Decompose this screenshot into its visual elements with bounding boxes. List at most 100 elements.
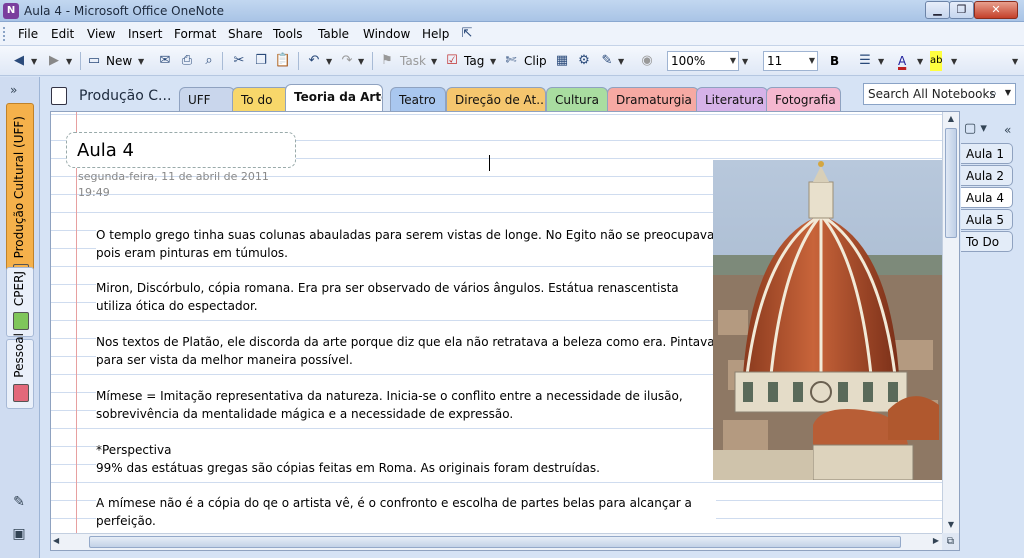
tab-direcao-de-atores[interactable]: Direção de At...	[446, 87, 546, 111]
menu-grip[interactable]	[3, 27, 6, 41]
highlight-dropdown-icon[interactable]: ▼	[951, 57, 957, 66]
tab-to-do[interactable]: To do	[232, 87, 290, 111]
table-icon[interactable]: ▦	[553, 52, 571, 70]
horizontal-scrollbar[interactable]: ◀ ▶	[51, 533, 943, 550]
close-button[interactable]: ✕	[974, 1, 1018, 19]
page-tab-aula-2[interactable]: Aula 2	[961, 165, 1013, 186]
page-tab-aula-4[interactable]: Aula 4	[961, 187, 1013, 208]
forward-dropdown-icon[interactable]: ▼	[66, 57, 72, 66]
zoom-dropdown-icon[interactable]: ▼	[730, 52, 736, 70]
new-dropdown-icon[interactable]: ▼	[138, 57, 144, 66]
highlight-button[interactable]: ab	[930, 51, 943, 71]
menu-share[interactable]: Share	[228, 27, 263, 41]
tab-uff[interactable]: UFF	[179, 87, 235, 111]
note-paragraph[interactable]: O templo grego tinha suas colunas abaula…	[96, 226, 716, 262]
pen-icon[interactable]: ✎	[598, 52, 616, 70]
menu-view[interactable]: View	[87, 27, 115, 41]
notebook-producao-cultural[interactable]: Produção Cultural (UFF)	[6, 103, 34, 289]
cut-icon[interactable]: ✂	[230, 52, 248, 70]
help-question-icon[interactable]: ⇱	[458, 25, 476, 43]
redo-dropdown-icon[interactable]: ▼	[358, 57, 364, 66]
paste-icon[interactable]: 📋	[274, 52, 292, 70]
menu-table[interactable]: Table	[318, 27, 349, 41]
page-title-box[interactable]: Aula 4	[66, 132, 296, 168]
page-title[interactable]: Aula 4	[77, 140, 134, 161]
scroll-up-icon[interactable]: ▲	[945, 114, 957, 126]
bullets-dropdown-icon[interactable]: ▼	[878, 57, 884, 66]
page-tab-aula-1[interactable]: Aula 1	[961, 143, 1013, 164]
tab-fotografia[interactable]: Fotografia	[766, 87, 841, 111]
tab-dramaturgia[interactable]: Dramaturgia	[607, 87, 699, 111]
tag-dropdown-icon[interactable]: ▼	[490, 57, 496, 66]
undo-icon[interactable]: ↶	[305, 52, 323, 70]
vertical-scrollbar[interactable]: ▲ ▼	[942, 112, 959, 534]
audio-record-icon[interactable]: ◉	[638, 52, 656, 70]
note-paragraph[interactable]: A mímese não é a cópia do qe o artista v…	[96, 494, 716, 530]
task-button[interactable]: Task	[400, 51, 426, 71]
open-notebook-icon[interactable]: ▣	[8, 523, 30, 545]
back-dropdown-icon[interactable]: ▼	[31, 57, 37, 66]
tab-teoria-da-arte[interactable]: Teoria da Arte	[285, 84, 383, 111]
menu-format[interactable]: Format	[174, 27, 216, 41]
copy-icon[interactable]: ❐	[252, 52, 270, 70]
cathedral-dome-image[interactable]	[713, 160, 943, 480]
font-color-button[interactable]: A	[898, 51, 906, 71]
attach-file-icon[interactable]: ⚙	[575, 52, 593, 70]
scroll-right-icon[interactable]: ▶	[933, 536, 939, 545]
search-scope-dropdown-icon[interactable]: ▼	[1005, 88, 1011, 97]
note-paragraph[interactable]: *Perspectiva 99% das estátuas gregas são…	[96, 441, 716, 477]
note-page-canvas[interactable]: Aula 4 segunda-feira, 11 de abril de 201…	[51, 112, 943, 534]
bullets-icon[interactable]: ☰	[856, 52, 874, 70]
task-flag-icon[interactable]: ⚑	[378, 52, 396, 70]
back-icon[interactable]: ◀	[10, 52, 28, 70]
menu-edit[interactable]: Edit	[51, 27, 74, 41]
zoom-combo[interactable]: 100% ▼	[667, 51, 739, 71]
undo-dropdown-icon[interactable]: ▼	[326, 57, 332, 66]
redo-icon[interactable]: ↷	[338, 52, 356, 70]
bold-button[interactable]: B	[830, 51, 839, 71]
print-icon[interactable]: ⎙	[178, 52, 196, 70]
menu-file[interactable]: File	[18, 27, 38, 41]
tag-checkbox-icon[interactable]: ☑	[443, 52, 461, 70]
forward-icon[interactable]: ▶	[45, 52, 63, 70]
scroll-down-icon[interactable]: ▼	[945, 520, 957, 532]
unfiled-notes-icon[interactable]: ✎	[8, 491, 30, 513]
print-preview-icon[interactable]: ⌕	[200, 52, 218, 70]
minimize-button[interactable]: ▁	[925, 1, 950, 19]
font-color-dropdown-icon[interactable]: ▼	[917, 57, 923, 66]
email-icon[interactable]: ✉	[156, 52, 174, 70]
toolbar-overflow-icon[interactable]: ▼	[1012, 57, 1018, 66]
onenote-app-icon[interactable]: N	[3, 3, 19, 19]
maximize-button[interactable]: ❐	[949, 1, 974, 19]
collapse-page-tabs-icon[interactable]: «	[1004, 123, 1011, 137]
note-paragraph[interactable]: Miron, Discórbulo, cópia romana. Era pra…	[96, 279, 716, 315]
collapse-notebooks-icon[interactable]: »	[10, 83, 17, 97]
notebook-pessoal[interactable]: Pessoal	[6, 333, 34, 409]
page-tab-aula-5[interactable]: Aula 5	[961, 209, 1013, 230]
menu-help[interactable]: Help	[422, 27, 449, 41]
new-page-dropdown-icon[interactable]: ▢ ▾	[964, 121, 996, 139]
scroll-left-icon[interactable]: ◀	[53, 536, 59, 545]
menu-insert[interactable]: Insert	[128, 27, 162, 41]
clip-scissors-icon[interactable]: ✄	[502, 52, 520, 70]
toolbar-options-icon[interactable]: ▼	[742, 57, 748, 66]
pen-dropdown-icon[interactable]: ▼	[618, 57, 624, 66]
menu-tools[interactable]: Tools	[273, 27, 303, 41]
new-page-icon[interactable]: ▭	[85, 52, 103, 70]
new-button[interactable]: New	[106, 51, 132, 71]
tag-button[interactable]: Tag	[464, 51, 484, 71]
current-notebook-title[interactable]: Produção C...	[79, 88, 171, 104]
vertical-scroll-thumb[interactable]	[945, 128, 957, 238]
notebook-cperj[interactable]: CPERJ	[6, 267, 34, 337]
menu-window[interactable]: Window	[363, 27, 410, 41]
tab-cultura[interactable]: Cultura	[546, 87, 608, 111]
tab-literatura[interactable]: Literatura	[696, 87, 768, 111]
horizontal-scroll-thumb[interactable]	[89, 536, 901, 548]
font-size-combo[interactable]: 11 ▼	[763, 51, 818, 71]
search-icon[interactable]: ⌕	[990, 86, 997, 101]
clip-button[interactable]: Clip	[524, 51, 547, 71]
page-corner-icon[interactable]: ⧉	[942, 533, 959, 550]
font-size-dropdown-icon[interactable]: ▼	[809, 52, 815, 70]
search-all-notebooks-input[interactable]: Search All Notebooks ⌕ ▼	[863, 83, 1016, 105]
task-dropdown-icon[interactable]: ▼	[431, 57, 437, 66]
